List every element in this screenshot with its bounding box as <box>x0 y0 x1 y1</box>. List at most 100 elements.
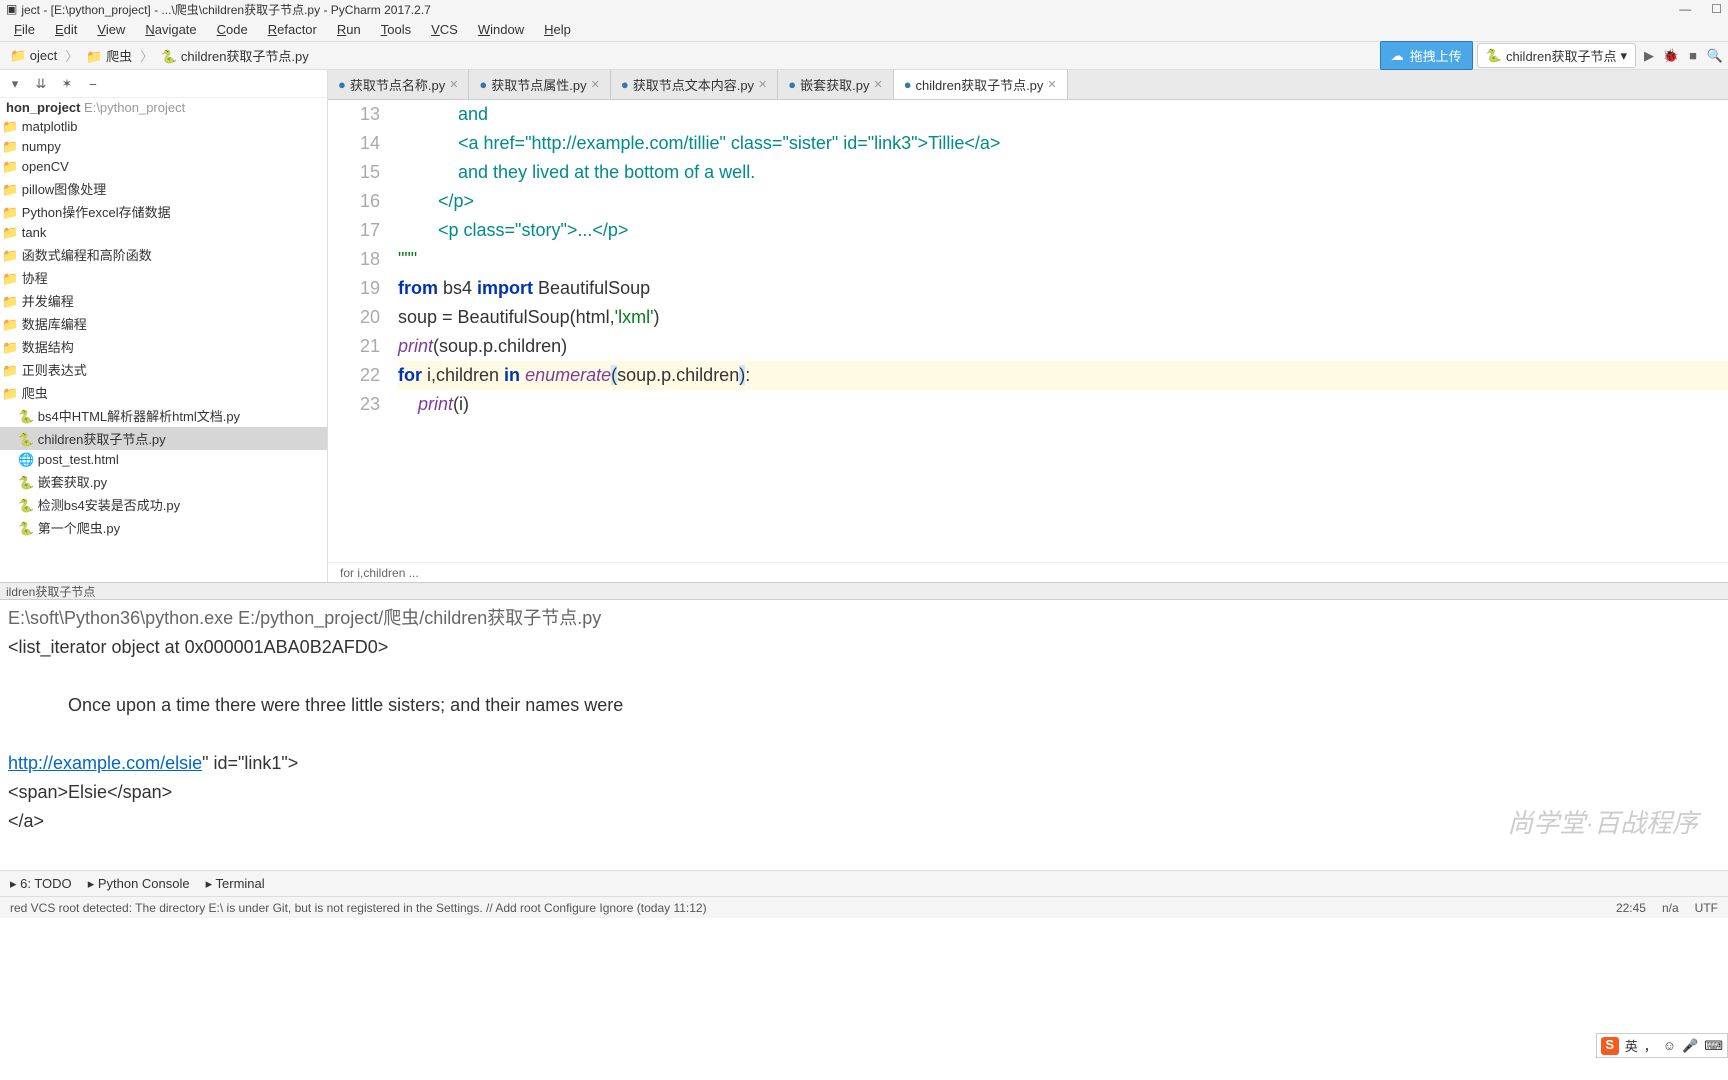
close-icon[interactable]: ✕ <box>1047 78 1056 91</box>
tab-label: 嵌套获取.py <box>800 75 869 94</box>
window-title: ject - [E:\python_project] - ...\爬虫\chil… <box>21 1 430 18</box>
tree-item[interactable]: 🐍 检测bs4安装是否成功.py <box>0 493 327 516</box>
menu-code[interactable]: Code <box>207 20 258 39</box>
ime-mic-icon[interactable]: 🎤 <box>1682 1038 1698 1054</box>
python-icon: ● <box>788 77 796 92</box>
menu-bar: FileEditViewNavigateCodeRefactorRunTools… <box>0 18 1728 42</box>
console-line <box>8 662 1720 691</box>
menu-tools[interactable]: Tools <box>371 20 421 39</box>
tree-item[interactable]: 🌐 post_test.html <box>0 450 327 470</box>
code-breadcrumb-label: for i,children ... <box>340 566 419 580</box>
ime-mode[interactable]: 英 <box>1625 1036 1638 1055</box>
breadcrumb-item[interactable]: 🐍 children获取子节点.py <box>155 44 315 67</box>
python-icon: ● <box>904 77 912 92</box>
tree-item[interactable]: 🐍 children获取子节点.py <box>0 427 327 450</box>
code-line[interactable]: and <box>398 100 1728 129</box>
upload-cloud-button[interactable]: ☁ 拖拽上传 <box>1380 41 1473 70</box>
settings-icon[interactable]: ✶ <box>58 75 76 93</box>
code-line[interactable]: <p class="story">...</p> <box>398 216 1728 245</box>
cloud-icon: ☁ <box>1391 48 1404 64</box>
project-dropdown-icon[interactable]: ▾ <box>6 75 24 93</box>
search-icon[interactable]: 🔍 <box>1706 47 1724 65</box>
bottom-tab[interactable]: ▸ Python Console <box>88 876 190 892</box>
editor-tab[interactable]: ●获取节点属性.py✕ <box>469 70 610 99</box>
tree-item[interactable]: 📁 协程 <box>0 266 327 289</box>
editor-tab[interactable]: ● 嵌套获取.py ✕ <box>778 70 893 99</box>
run-button[interactable]: ▶ <box>1640 47 1658 65</box>
code-content[interactable]: and <a href="http://example.com/tillie" … <box>398 100 1728 562</box>
menu-file[interactable]: File <box>4 20 45 39</box>
editor-tab[interactable]: ●children获取子节点.py✕ <box>894 70 1068 99</box>
close-icon[interactable]: ✕ <box>449 78 458 91</box>
menu-run[interactable]: Run <box>327 20 371 39</box>
ime-keyboard-icon[interactable]: ⌨ <box>1704 1038 1723 1054</box>
file-encoding: UTF <box>1695 901 1718 915</box>
menu-window[interactable]: Window <box>468 20 534 39</box>
close-icon[interactable]: ✕ <box>873 78 882 91</box>
menu-view[interactable]: View <box>87 20 135 39</box>
menu-refactor[interactable]: Refactor <box>258 20 327 39</box>
code-line[interactable]: soup = BeautifulSoup(html,'lxml') <box>398 303 1728 332</box>
code-line[interactable]: from bs4 import BeautifulSoup <box>398 274 1728 303</box>
code-line[interactable]: and they lived at the bottom of a well. <box>398 158 1728 187</box>
tree-item[interactable]: 📁 数据结构 <box>0 335 327 358</box>
tree-item[interactable]: 🐍 bs4中HTML解析器解析html文档.py <box>0 404 327 427</box>
breadcrumb-item[interactable]: 📁 oject <box>4 46 63 66</box>
bottom-tab[interactable]: ▸ Terminal <box>206 876 265 892</box>
tree-item[interactable]: 📁 函数式编程和高阶函数 <box>0 243 327 266</box>
project-path: E:\python_project <box>84 100 185 115</box>
line-number: 23 <box>328 390 380 419</box>
tree-item[interactable]: 📁 matplotlib <box>0 117 327 137</box>
tree-item[interactable]: 📁 正则表达式 <box>0 358 327 381</box>
tree-item[interactable]: 📁 爬虫 <box>0 381 327 404</box>
breadcrumb-item[interactable]: 📁 爬虫 <box>80 44 138 67</box>
tree-item[interactable]: 🐍 嵌套获取.py <box>0 470 327 493</box>
status-bar: red VCS root detected: The directory E:\… <box>0 896 1728 918</box>
line-number: 19 <box>328 274 380 303</box>
menu-edit[interactable]: Edit <box>45 20 87 39</box>
code-line[interactable]: </p> <box>398 187 1728 216</box>
code-line[interactable]: print(soup.p.children) <box>398 332 1728 361</box>
collapse-icon[interactable]: ⇊ <box>32 75 50 93</box>
ime-smile-icon[interactable]: ☺ <box>1663 1038 1676 1053</box>
run-tool-tab[interactable]: ildren获取子节点 <box>0 582 1728 600</box>
tab-label: 获取节点名称.py <box>350 75 445 94</box>
project-tree: 📁 matplotlib📁 numpy📁 openCV📁 pillow图像处理📁… <box>0 117 327 582</box>
console-output[interactable]: E:\soft\Python36\python.exe E:/python_pr… <box>0 600 1728 870</box>
stop-button[interactable]: ■ <box>1684 47 1702 65</box>
title-bar: ▣ ject - [E:\python_project] - ...\爬虫\ch… <box>0 0 1728 18</box>
hide-icon[interactable]: ⎯ <box>84 75 102 93</box>
close-icon[interactable]: ✕ <box>591 78 600 91</box>
editor-tab[interactable]: ●获取节点文本内容.py✕ <box>611 70 778 99</box>
sogou-icon[interactable]: S <box>1601 1037 1619 1055</box>
tree-item[interactable]: 📁 Python操作excel存储数据 <box>0 200 327 223</box>
project-root[interactable]: hon_project E:\python_project <box>0 98 327 117</box>
close-icon[interactable]: ✕ <box>758 78 767 91</box>
tree-item[interactable]: 📁 openCV <box>0 157 327 177</box>
bottom-tab[interactable]: ▸ 6: TODO <box>10 876 72 892</box>
console-command: E:\soft\Python36\python.exe E:/python_pr… <box>8 604 1720 633</box>
editor-body[interactable]: 1314151617181920212223 and <a href="http… <box>328 100 1728 562</box>
run-config-selector[interactable]: 🐍 children获取子节点 ▾ <box>1477 43 1636 68</box>
tree-item[interactable]: 📁 tank <box>0 223 327 243</box>
tree-item[interactable]: 📁 数据库编程 <box>0 312 327 335</box>
code-line[interactable]: print(i) <box>398 390 1728 419</box>
editor-tab[interactable]: ●获取节点名称.py✕ <box>328 70 469 99</box>
tree-item[interactable]: 📁 numpy <box>0 137 327 157</box>
tree-item[interactable]: 🐍 第一个爬虫.py <box>0 516 327 539</box>
code-breadcrumb: for i,children ... <box>328 562 1728 582</box>
code-line[interactable]: for i,children in enumerate(soup.p.child… <box>398 361 1728 390</box>
ime-toolbar[interactable]: S 英 ， ☺ 🎤 ⌨ <box>1596 1033 1728 1058</box>
menu-help[interactable]: Help <box>534 20 581 39</box>
debug-button[interactable]: 🐞 <box>1662 47 1680 65</box>
code-line[interactable]: """ <box>398 245 1728 274</box>
ime-comma-icon[interactable]: ， <box>1644 1036 1657 1055</box>
maximize-icon[interactable]: ☐ <box>1711 2 1722 16</box>
tree-item[interactable]: 📁 pillow图像处理 <box>0 177 327 200</box>
menu-vcs[interactable]: VCS <box>421 20 468 39</box>
tree-item[interactable]: 📁 并发编程 <box>0 289 327 312</box>
menu-navigate[interactable]: Navigate <box>135 20 206 39</box>
status-extra: n/a <box>1662 901 1679 915</box>
code-line[interactable]: <a href="http://example.com/tillie" clas… <box>398 129 1728 158</box>
minimize-icon[interactable]: ― <box>1679 2 1691 16</box>
